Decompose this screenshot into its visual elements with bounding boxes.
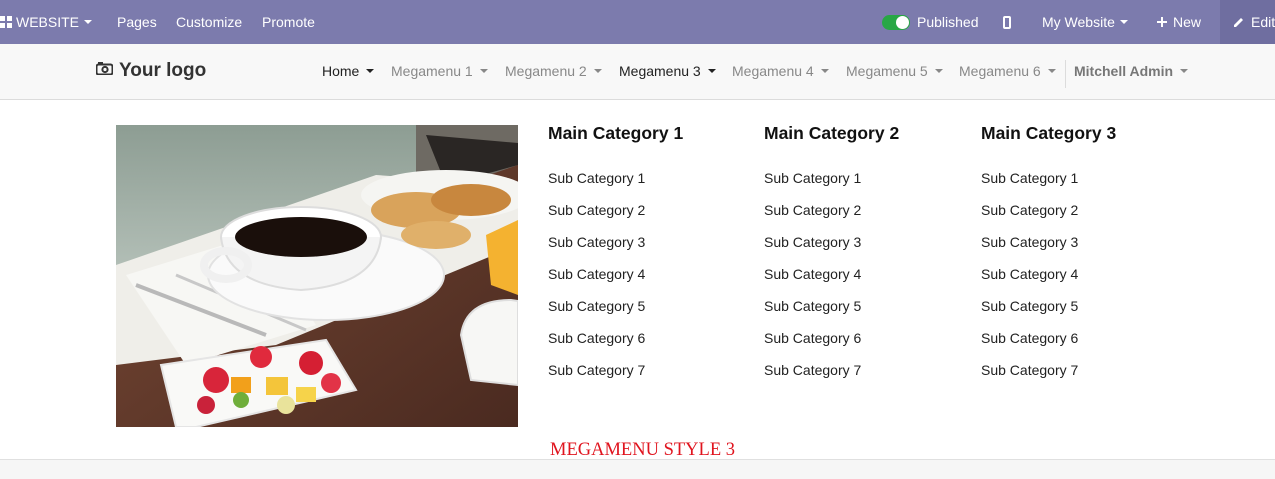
published-label: Published <box>917 14 979 30</box>
sub-category-link[interactable]: Sub Category 5 <box>764 295 899 327</box>
caret-down-icon <box>707 69 716 74</box>
megamenu-dropdown: Main Category 1 Sub Category 1 Sub Categ… <box>0 101 1275 459</box>
sub-category-link[interactable]: Sub Category 5 <box>548 295 683 327</box>
nav-item-megamenu-4[interactable]: Megamenu 4 <box>732 44 829 100</box>
site-logo[interactable]: Your logo <box>96 44 206 100</box>
nav-item-megamenu-2[interactable]: Megamenu 2 <box>505 44 602 100</box>
sub-category-link[interactable]: Sub Category 3 <box>548 231 683 263</box>
sub-category-link[interactable]: Sub Category 2 <box>981 199 1116 231</box>
user-menu[interactable]: Mitchell Admin <box>1074 44 1189 100</box>
plus-icon <box>1157 17 1167 28</box>
promote-menu[interactable]: Promote <box>262 0 315 44</box>
logo-text: Your logo <box>119 60 207 81</box>
sub-category-link[interactable]: Sub Category 6 <box>764 327 899 359</box>
sub-category-link[interactable]: Sub Category 5 <box>981 295 1116 327</box>
customize-menu[interactable]: Customize <box>176 0 242 44</box>
caret-down-icon <box>934 69 943 74</box>
user-name: Mitchell Admin <box>1074 63 1174 79</box>
toggle-switch-icon <box>882 14 910 30</box>
caret-down-icon <box>84 20 93 25</box>
new-label: New <box>1173 14 1202 30</box>
sub-category-link[interactable]: Sub Category 1 <box>548 167 683 199</box>
nav-item-label: Megamenu 2 <box>505 63 587 79</box>
megamenu-style-label: MEGAMENU STYLE 3 <box>550 440 735 460</box>
website-menu-button[interactable]: WEBSITE <box>0 0 93 44</box>
published-toggle[interactable]: Published <box>882 0 979 44</box>
nav-divider <box>1065 60 1066 88</box>
sub-category-link[interactable]: Sub Category 4 <box>981 263 1116 295</box>
sub-category-link[interactable]: Sub Category 7 <box>981 359 1116 391</box>
apps-grid-icon <box>0 16 12 29</box>
nav-item-megamenu-5[interactable]: Megamenu 5 <box>846 44 943 100</box>
nav-item-home[interactable]: Home <box>322 44 375 100</box>
mobile-phone-icon <box>1003 15 1011 29</box>
breakfast-illustration <box>116 125 518 427</box>
main-category-title[interactable]: Main Category 1 <box>548 123 683 144</box>
nav-item-label: Megamenu 4 <box>732 63 814 79</box>
my-website-menu[interactable]: My Website <box>1042 0 1128 44</box>
breakfast-image <box>116 125 518 427</box>
sub-category-link[interactable]: Sub Category 7 <box>548 359 683 391</box>
camera-icon <box>96 62 113 76</box>
caret-down-icon <box>593 69 602 74</box>
nav-item-label: Home <box>322 63 360 79</box>
pages-menu[interactable]: Pages <box>117 0 157 44</box>
nav-item-label: Megamenu 5 <box>846 63 928 79</box>
main-category-title[interactable]: Main Category 3 <box>981 123 1116 144</box>
sub-category-link[interactable]: Sub Category 1 <box>981 167 1116 199</box>
sub-category-link[interactable]: Sub Category 7 <box>764 359 899 391</box>
nav-item-label: Megamenu 6 <box>959 63 1041 79</box>
caret-down-icon <box>820 69 829 74</box>
new-button[interactable]: New <box>1157 0 1201 44</box>
megamenu-column-3: Main Category 3 Sub Category 1 Sub Categ… <box>981 123 1116 391</box>
sub-category-link[interactable]: Sub Category 2 <box>548 199 683 231</box>
edit-button[interactable]: Edit <box>1220 0 1275 44</box>
sub-category-link[interactable]: Sub Category 4 <box>548 263 683 295</box>
sub-category-link[interactable]: Sub Category 1 <box>764 167 899 199</box>
caret-down-icon <box>1180 69 1189 74</box>
sub-category-link[interactable]: Sub Category 6 <box>981 327 1116 359</box>
pencil-icon <box>1234 18 1243 28</box>
edit-button-content: Edit <box>1233 0 1275 44</box>
sub-category-link[interactable]: Sub Category 2 <box>764 199 899 231</box>
website-menu-label: WEBSITE <box>16 14 80 30</box>
sub-category-link[interactable]: Sub Category 3 <box>764 231 899 263</box>
my-website-label: My Website <box>1042 14 1115 30</box>
nav-item-megamenu-6[interactable]: Megamenu 6 <box>959 44 1056 100</box>
caret-down-icon <box>479 69 488 74</box>
caret-down-icon <box>366 69 375 74</box>
caret-down-icon <box>1119 20 1128 25</box>
website-navbar: Your logo Home Megamenu 1 Megamenu 2 Meg… <box>0 44 1275 100</box>
page-footer-strip <box>0 459 1275 479</box>
admin-top-bar: WEBSITE Pages Customize Promote Publishe… <box>0 0 1275 44</box>
edit-label: Edit <box>1251 14 1275 30</box>
mobile-preview-button[interactable] <box>1003 0 1011 44</box>
nav-item-label: Megamenu 1 <box>391 63 473 79</box>
megamenu-column-1: Main Category 1 Sub Category 1 Sub Categ… <box>548 123 683 391</box>
megamenu-column-2: Main Category 2 Sub Category 1 Sub Categ… <box>764 123 899 391</box>
sub-category-link[interactable]: Sub Category 4 <box>764 263 899 295</box>
sub-category-link[interactable]: Sub Category 6 <box>548 327 683 359</box>
nav-item-megamenu-3[interactable]: Megamenu 3 <box>619 44 716 100</box>
sub-category-link[interactable]: Sub Category 3 <box>981 231 1116 263</box>
nav-item-label: Megamenu 3 <box>619 63 701 79</box>
caret-down-icon <box>1047 69 1056 74</box>
main-category-title[interactable]: Main Category 2 <box>764 123 899 144</box>
nav-item-megamenu-1[interactable]: Megamenu 1 <box>391 44 488 100</box>
